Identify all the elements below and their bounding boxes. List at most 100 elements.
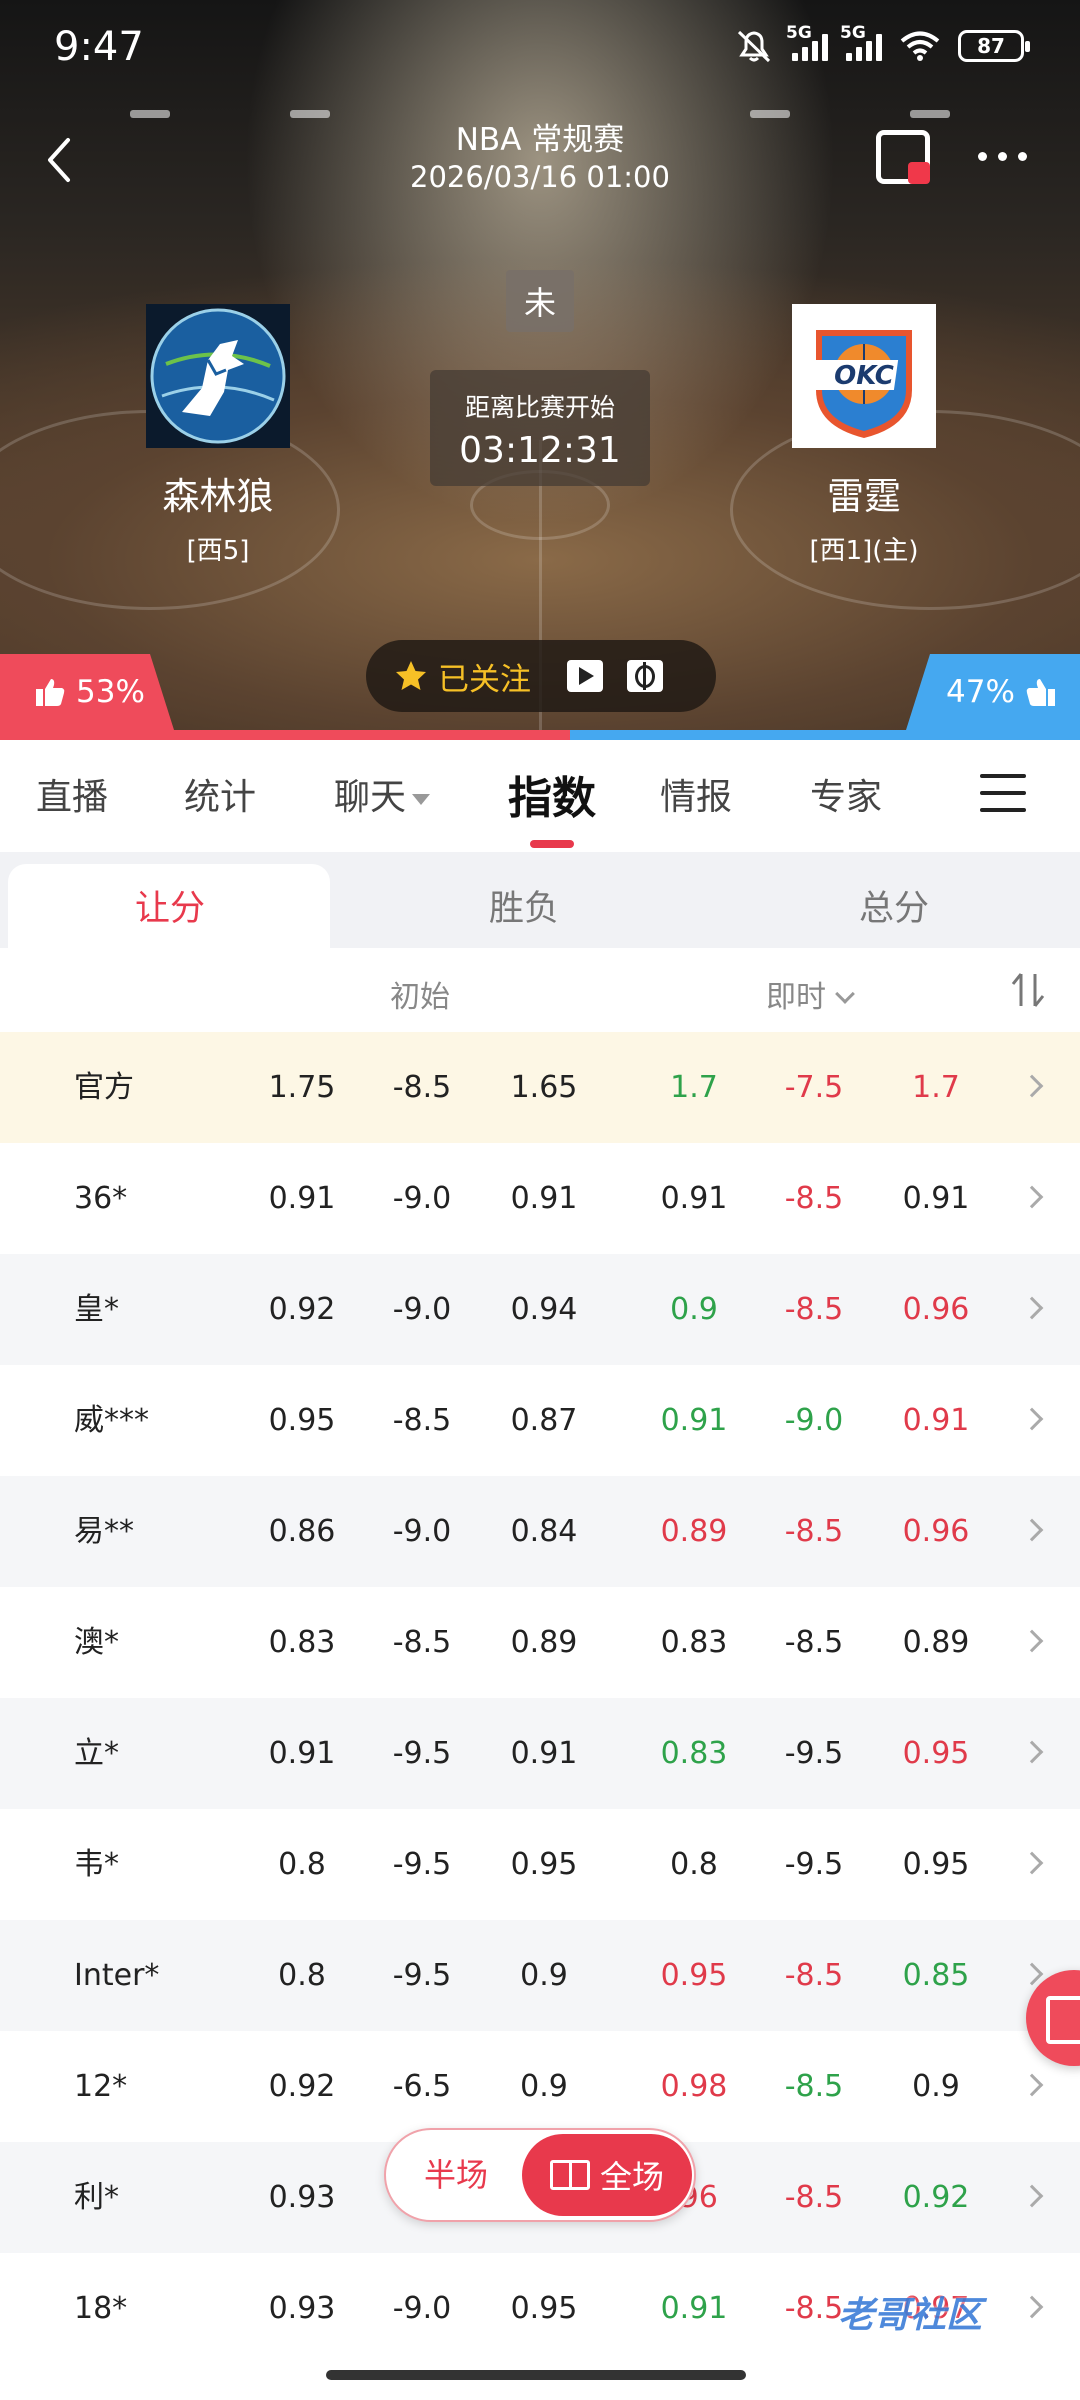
tab-experts[interactable]: 专家 [810, 768, 882, 820]
tab-intel[interactable]: 情报 [660, 768, 732, 820]
more-options-button[interactable] [978, 152, 1027, 161]
initial-odds-cell: 0.9 [520, 2069, 568, 2104]
countdown-timer: 03:12:31 [459, 430, 621, 471]
live-column-filter[interactable]: 即时 [766, 972, 855, 1016]
right-vote-strip [570, 730, 1080, 740]
chevron-right-icon[interactable] [1020, 1629, 1044, 1653]
initial-odds-cell: -9.0 [392, 1292, 452, 1327]
initial-odds-cell: -9.5 [392, 1958, 452, 1993]
chevron-right-icon[interactable] [1020, 2295, 1044, 2319]
live-odds-cell: 0.89 [902, 1625, 970, 1660]
initial-odds-cell: 0.89 [510, 1625, 578, 1660]
left-vote-percent: 53% [76, 674, 145, 710]
initial-odds-cell: 0.92 [268, 1292, 336, 1327]
initial-odds-cell: 0.93 [268, 2291, 336, 2326]
chevron-right-icon[interactable] [1020, 1074, 1044, 1098]
tab-chat[interactable]: 聊天 [334, 768, 431, 820]
initial-odds-cell: -9.0 [392, 1514, 452, 1549]
tab-stats[interactable]: 统计 [184, 768, 256, 820]
left-vote-strip [0, 730, 570, 740]
caret-down-icon [412, 793, 431, 805]
table-row[interactable]: 皇* 0.92 -9.0 0.94 0.9 -8.5 0.96 [0, 1254, 1080, 1365]
tab-live[interactable]: 直播 [36, 768, 108, 820]
full-time-button[interactable]: 全场 [522, 2134, 692, 2216]
switch-view-icon[interactable] [627, 660, 663, 692]
table-row[interactable]: 韦* 0.8 -9.5 0.95 0.8 -9.5 0.95 [0, 1809, 1080, 1920]
live-odds-cell: 0.95 [660, 1958, 728, 1993]
full-time-label: 全场 [599, 2158, 664, 2196]
countdown-panel: 距离比赛开始 03:12:31 [430, 370, 650, 486]
left-team-name[interactable]: 森林狼 [88, 466, 348, 520]
left-team-vote[interactable]: 53% [0, 654, 174, 730]
hamburger-menu-icon[interactable] [980, 774, 1026, 812]
tab-odds[interactable]: 指数 [508, 762, 596, 826]
live-odds-cell: 0.96 [902, 1514, 970, 1549]
half-time-button[interactable]: 半场 [386, 2130, 526, 2220]
subtab-handicap[interactable]: 让分 [20, 880, 320, 931]
odds-type-tabs: 让分 胜负 总分 [0, 852, 1080, 950]
status-bar: 9:47 5G 5G 87 [0, 0, 1080, 100]
table-row[interactable]: Inter* 0.8 -9.5 0.9 0.95 -8.5 0.85 [0, 1920, 1080, 2031]
signal-icon: 5G [840, 23, 882, 61]
live-odds-cell: 0.83 [660, 1736, 728, 1771]
table-row[interactable]: 澳* 0.83 -8.5 0.89 0.83 -8.5 0.89 [0, 1587, 1080, 1698]
home-indicator[interactable] [326, 2370, 746, 2380]
live-odds-cell: 0.9 [670, 1292, 718, 1327]
watermark: 老哥社区 [838, 2295, 983, 2336]
live-column-label: 即时 [766, 980, 826, 1015]
mute-bell-icon [737, 30, 771, 63]
initial-odds-cell: 0.91 [510, 1736, 578, 1771]
active-tab-indicator [530, 840, 574, 848]
table-row[interactable]: 易** 0.86 -9.0 0.84 0.89 -8.5 0.96 [0, 1476, 1080, 1587]
initial-odds-cell: 0.86 [268, 1514, 336, 1549]
chevron-right-icon[interactable] [1020, 1296, 1044, 1320]
follow-status[interactable]: 已关注 [438, 654, 531, 699]
table-row[interactable]: 36* 0.91 -9.0 0.91 0.91 -8.5 0.91 [0, 1143, 1080, 1254]
right-team-name[interactable]: 雷霆 [734, 466, 994, 520]
live-odds-cell: -8.5 [784, 1181, 844, 1216]
right-team-vote[interactable]: 47% [906, 654, 1080, 730]
thunder-logo-icon[interactable]: OKC [792, 304, 936, 448]
picture-in-picture-button[interactable] [876, 130, 930, 184]
video-play-icon[interactable] [567, 660, 603, 692]
initial-odds-cell: 0.84 [510, 1514, 578, 1549]
chevron-right-icon[interactable] [1020, 2073, 1044, 2097]
initial-odds-cell: 1.75 [268, 1070, 336, 1105]
chevron-right-icon[interactable] [1020, 2184, 1044, 2208]
live-odds-cell: 0.91 [660, 2291, 728, 2326]
table-row[interactable]: 威*** 0.95 -8.5 0.87 0.91 -9.0 0.91 [0, 1365, 1080, 1476]
subtab-moneyline[interactable]: 胜负 [374, 880, 674, 931]
table-row[interactable]: 12* 0.92 -6.5 0.9 0.98 -8.5 0.9 [0, 2031, 1080, 2142]
initial-odds-cell: -8.5 [392, 1070, 452, 1105]
wifi-icon [900, 31, 940, 61]
pip-dot-icon [908, 162, 930, 184]
tab-chat-label: 聊天 [334, 777, 407, 818]
live-odds-cell: 0.91 [902, 1181, 970, 1216]
chevron-right-icon[interactable] [1020, 1962, 1044, 1986]
chevron-right-icon[interactable] [1020, 1185, 1044, 1209]
live-odds-cell: 0.92 [902, 2180, 970, 2215]
star-icon[interactable] [394, 659, 428, 693]
initial-odds-cell: 0.8 [278, 1847, 326, 1882]
timberwolves-logo-icon[interactable] [146, 304, 290, 448]
table-row[interactable]: 立* 0.91 -9.5 0.91 0.83 -9.5 0.95 [0, 1698, 1080, 1809]
initial-odds-cell: 0.94 [510, 1292, 578, 1327]
live-odds-cell: 0.9 [912, 2069, 960, 2104]
live-odds-cell: 0.95 [902, 1847, 970, 1882]
chevron-right-icon[interactable] [1020, 1740, 1044, 1764]
main-tab-bar: 直播 统计 聊天 指数 情报 专家 [0, 740, 1080, 852]
initial-odds-cell: -6.5 [392, 2069, 452, 2104]
thumbs-up-icon [36, 679, 65, 706]
table-row[interactable]: 官方 1.75 -8.5 1.65 1.7 -7.5 1.7 [0, 1032, 1080, 1143]
sort-icon[interactable] [1008, 970, 1048, 1010]
initial-odds-cell: 0.91 [268, 1736, 336, 1771]
live-odds-cell: 0.83 [660, 1625, 728, 1660]
initial-odds-cell: -9.5 [392, 1847, 452, 1882]
live-odds-cell: -8.5 [784, 1514, 844, 1549]
chevron-right-icon[interactable] [1020, 1851, 1044, 1875]
subtab-total[interactable]: 总分 [744, 880, 1044, 931]
initial-odds-cell: 0.8 [278, 1958, 326, 1993]
chevron-right-icon[interactable] [1020, 1518, 1044, 1542]
live-odds-cell: 0.85 [902, 1958, 970, 1993]
chevron-right-icon[interactable] [1020, 1407, 1044, 1431]
